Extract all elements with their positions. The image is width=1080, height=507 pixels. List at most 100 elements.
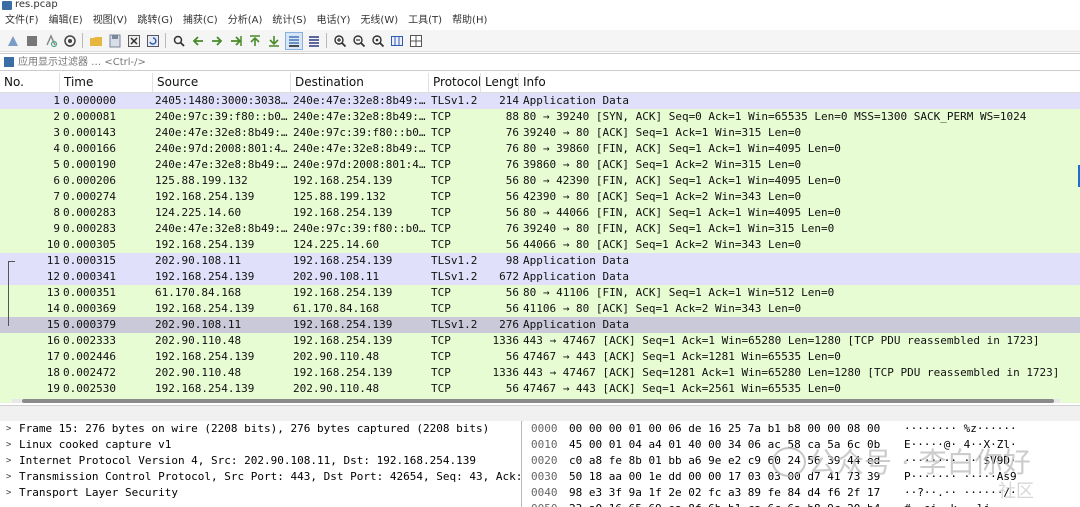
packet-row[interactable]: 18 0.002472 202.90.110.48 192.168.254.139 TC… (0, 365, 1080, 381)
packet-time: 0.000315 (63, 254, 116, 267)
go-forward-icon[interactable] (209, 33, 225, 49)
packet-source: 61.170.84.168 (155, 286, 242, 299)
menu-statistics[interactable]: 统计(S) (267, 12, 311, 30)
hex-ascii: ··?··.·· ······/· (904, 486, 1017, 499)
detail-row-frame[interactable]: > Frame 15: 276 bytes on wire (2208 bits)… (0, 421, 521, 437)
hex-row[interactable]: 0000 00 00 00 01 00 06 de 16 25 7a b1 b8 … (524, 421, 1080, 437)
hex-row[interactable]: 0040 98 e3 3f 9a 1f 2e 02 fc a3 89 fe 84 … (524, 485, 1080, 501)
packet-row[interactable]: 2 0.000081 240e:97c:39:f80::b0… 240e:47e:32… (0, 109, 1080, 125)
packet-source: 240e:97c:39:f80::b0… (155, 110, 288, 123)
hex-row[interactable]: 0010 45 00 01 04 a4 01 40 00 34 06 ac 58 … (524, 437, 1080, 453)
packet-row[interactable]: 6 0.000206 125.88.199.132 192.168.254.139 TC… (0, 173, 1080, 189)
packet-number: 19 (46, 382, 60, 395)
packet-row[interactable]: 17 0.002446 192.168.254.139 202.90.110.48 TC… (0, 349, 1080, 365)
save-file-icon[interactable] (107, 33, 123, 49)
menu-capture[interactable]: 捕获(C) (178, 12, 223, 30)
column-header-destination[interactable]: Destination (291, 73, 429, 92)
packet-info: 41106 → 80 [ACK] Seq=1 Ack=2 Win=343 Len… (523, 302, 802, 315)
hex-row[interactable]: 0050 23 a0 16 65 69 ea 8f 6b b1 ca 6c 6a … (524, 501, 1080, 507)
expand-arrow-icon[interactable]: > (6, 453, 11, 469)
column-header-info[interactable]: Info (519, 73, 1080, 92)
scrollbar-thumb[interactable] (22, 399, 1054, 403)
menu-edit[interactable]: 编辑(E) (44, 12, 88, 30)
packet-row[interactable]: 3 0.000143 240e:47e:32e8:8b49:… 240e:97c:39… (0, 125, 1080, 141)
menu-tools[interactable]: 工具(T) (403, 12, 447, 30)
main-toolbar (0, 30, 1080, 52)
reload-file-icon[interactable] (145, 33, 161, 49)
detail-row-tls[interactable]: > Transport Layer Security (0, 485, 521, 501)
close-file-icon[interactable] (126, 33, 142, 49)
packet-source: 202.90.110.48 (155, 366, 242, 379)
detail-row-ipv4[interactable]: > Internet Protocol Version 4, Src: 202.9… (0, 453, 521, 469)
hex-row[interactable]: 0030 50 18 aa 00 1e dd 00 00 17 03 03 00 … (524, 469, 1080, 485)
menu-wireless[interactable]: 无线(W) (355, 12, 403, 30)
menu-help[interactable]: 帮助(H) (447, 12, 492, 30)
colorize-icon[interactable] (306, 33, 322, 49)
menu-view[interactable]: 视图(V) (88, 12, 133, 30)
zoom-in-icon[interactable] (332, 33, 348, 49)
pane-splitter[interactable] (0, 405, 1080, 422)
packet-destination: 192.168.254.139 (293, 174, 393, 187)
find-packet-icon[interactable] (171, 33, 187, 49)
column-header-source[interactable]: Source (153, 73, 291, 92)
expand-arrow-icon[interactable]: > (6, 485, 11, 501)
packet-list-horizontal-scrollbar[interactable] (0, 399, 1080, 403)
packet-row[interactable]: 15 0.000379 202.90.108.11 192.168.254.139 TL… (0, 317, 1080, 333)
packet-row[interactable]: 9 0.000283 240e:47e:32e8:8b49:… 240e:97c:39… (0, 221, 1080, 237)
stop-capture-icon[interactable] (24, 33, 40, 49)
go-last-icon[interactable] (266, 33, 282, 49)
hex-bytes: 50 18 aa 00 1e dd 00 00 17 03 03 00 d7 4… (569, 470, 881, 483)
packet-row[interactable]: 1 0.000000 2405:1480:3000:3038… 240e:47e:32… (0, 93, 1080, 109)
column-header-time[interactable]: Time (60, 73, 153, 92)
packet-row[interactable]: 19 0.002530 192.168.254.139 202.90.110.48 TC… (0, 381, 1080, 397)
packet-time: 0.000206 (63, 174, 116, 187)
restart-capture-icon[interactable] (43, 33, 59, 49)
packet-row[interactable]: 11 0.000315 202.90.108.11 192.168.254.139 TL… (0, 253, 1080, 269)
packet-row[interactable]: 13 0.000351 61.170.84.168 192.168.254.139 TC… (0, 285, 1080, 301)
packet-row[interactable]: 16 0.002333 202.90.110.48 192.168.254.139 TC… (0, 333, 1080, 349)
packet-protocol: TLSv1.2 (431, 318, 478, 331)
capture-options-icon[interactable] (62, 33, 78, 49)
packet-number: 10 (46, 238, 60, 251)
menu-telephony[interactable]: 电话(Y) (312, 12, 356, 30)
column-header-length[interactable]: Lengt (481, 73, 519, 92)
hex-row[interactable]: 0020 c0 a8 fe 8b 01 bb a6 9e e2 c9 60 24 … (524, 453, 1080, 469)
column-header-protocol[interactable]: Protocol (429, 73, 481, 92)
zoom-out-icon[interactable] (351, 33, 367, 49)
packet-time: 0.002530 (63, 382, 116, 395)
menu-go[interactable]: 跳转(G) (132, 12, 178, 30)
zoom-reset-icon[interactable] (370, 33, 386, 49)
packet-row[interactable]: 4 0.000166 240e:97d:2008:801:4… 240e:47e:32… (0, 141, 1080, 157)
menu-file[interactable]: 文件(F) (0, 12, 44, 30)
go-to-packet-icon[interactable] (228, 33, 244, 49)
menu-analyze[interactable]: 分析(A) (223, 12, 268, 30)
packet-number: 17 (46, 350, 60, 363)
resize-columns-icon[interactable] (389, 33, 405, 49)
packet-row[interactable]: 5 0.000190 240e:47e:32e8:8b49:… 240e:97d:20… (0, 157, 1080, 173)
auto-scroll-icon[interactable] (284, 31, 303, 50)
packet-row[interactable]: 8 0.000283 124.225.14.60 192.168.254.139 TCP… (0, 205, 1080, 221)
expand-arrow-icon[interactable]: > (6, 437, 11, 453)
open-file-icon[interactable] (88, 33, 104, 49)
bookmark-icon[interactable] (4, 57, 14, 67)
column-header-no[interactable]: No. (0, 73, 60, 92)
packet-info: 39860 → 80 [ACK] Seq=1 Ack=2 Win=315 Len… (523, 158, 802, 171)
go-first-icon[interactable] (247, 33, 263, 49)
packet-length: 56 (505, 302, 519, 315)
expand-arrow-icon[interactable]: > (6, 469, 11, 485)
packet-time: 0.000274 (63, 190, 116, 203)
packet-info: 44066 → 80 [ACK] Seq=1 Ack=2 Win=343 Len… (523, 238, 802, 251)
packet-row[interactable]: 10 0.000305 192.168.254.139 124.225.14.60 TC… (0, 237, 1080, 253)
packet-time: 0.000283 (63, 206, 116, 219)
layout-icon[interactable] (408, 33, 424, 49)
go-back-icon[interactable] (190, 33, 206, 49)
expand-arrow-icon[interactable]: > (6, 421, 11, 437)
packet-row[interactable]: 7 0.000274 192.168.254.139 125.88.199.132 TC… (0, 189, 1080, 205)
detail-row-linux-cooked[interactable]: > Linux cooked capture v1 (0, 437, 521, 453)
display-filter-input[interactable] (18, 55, 1080, 69)
packet-source: 202.90.110.48 (155, 334, 242, 347)
packet-row[interactable]: 12 0.000341 192.168.254.139 202.90.108.11 TL… (0, 269, 1080, 285)
packet-row[interactable]: 14 0.000369 192.168.254.139 61.170.84.168 TC… (0, 301, 1080, 317)
start-capture-icon[interactable] (5, 33, 21, 49)
detail-row-tcp[interactable]: > Transmission Control Protocol, Src Port… (0, 469, 521, 485)
